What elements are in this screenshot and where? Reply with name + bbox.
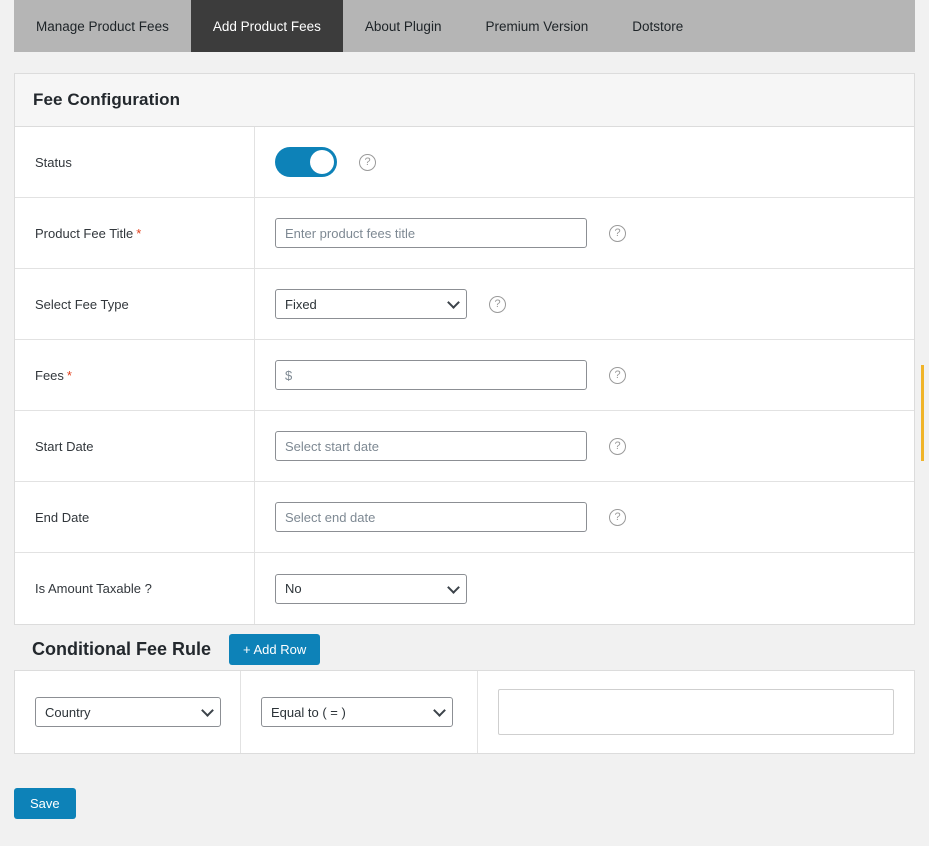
question-mark-circle-icon[interactable]: ? xyxy=(489,295,506,313)
rule-operator-cell: Equal to ( = ) xyxy=(241,671,478,753)
product-fee-title-input[interactable] xyxy=(275,218,587,248)
form-row-is-amount-taxable: Is Amount Taxable ? No xyxy=(15,553,914,624)
rule-values-cell xyxy=(478,671,914,753)
tab-label: Add Product Fees xyxy=(212,18,321,34)
fee-type-select-wrapper: Fixed xyxy=(275,289,467,319)
tab-label: Manage Product Fees xyxy=(36,18,169,34)
status-toggle[interactable] xyxy=(275,147,337,177)
conditional-rule-table: Country Equal to ( = ) xyxy=(14,670,915,754)
question-mark-circle-icon[interactable]: ? xyxy=(359,153,376,171)
field-label: Product Fee Title xyxy=(35,225,134,241)
row-field-cell: Fixed ? xyxy=(255,269,914,339)
rule-attribute-cell: Country xyxy=(15,671,241,753)
row-field-cell: ? xyxy=(255,482,914,552)
form-row-select-fee-type: Select Fee Type Fixed ? xyxy=(15,269,914,340)
tab-add-product-fees[interactable]: Add Product Fees xyxy=(190,0,343,52)
scrollbar-indicator[interactable] xyxy=(921,365,924,461)
is-amount-taxable-select-wrapper: No xyxy=(275,573,467,604)
toggle-knob xyxy=(310,150,334,174)
form-row-end-date: End Date ? xyxy=(15,482,914,553)
save-button[interactable]: Save xyxy=(14,788,76,819)
form-row-fees: Fees * ? xyxy=(15,340,914,411)
required-asterisk: * xyxy=(66,367,72,383)
row-field-cell: ? xyxy=(255,411,914,481)
tab-bar: Manage Product Fees Add Product Fees Abo… xyxy=(0,0,929,52)
row-field-cell: No xyxy=(255,553,914,624)
tab-about-plugin[interactable]: About Plugin xyxy=(343,0,464,52)
start-date-input[interactable] xyxy=(275,431,587,461)
row-field-cell: ? xyxy=(255,127,914,197)
form-row-status: Status ? xyxy=(15,127,914,198)
field-label: Fees xyxy=(35,367,64,383)
rule-operator-select-wrapper: Equal to ( = ) xyxy=(261,697,453,727)
tab-premium-version[interactable]: Premium Version xyxy=(463,0,610,52)
end-date-input[interactable] xyxy=(275,502,587,532)
field-label: Is Amount Taxable ? xyxy=(35,581,152,596)
row-label-cell: Select Fee Type xyxy=(15,269,255,339)
form-row-product-fee-title: Product Fee Title * ? xyxy=(15,198,914,269)
rule-attribute-select-wrapper: Country xyxy=(35,697,221,727)
conditional-fee-rule-title: Conditional Fee Rule xyxy=(32,638,212,659)
row-label-cell: End Date xyxy=(15,482,255,552)
field-label: Status xyxy=(35,154,72,170)
question-mark-circle-icon[interactable]: ? xyxy=(609,437,626,455)
row-field-cell: ? xyxy=(255,340,914,410)
required-asterisk: * xyxy=(136,225,142,241)
add-row-button[interactable]: + Add Row xyxy=(229,633,321,665)
tab-label: About Plugin xyxy=(364,18,442,34)
tab-bar-inner: Manage Product Fees Add Product Fees Abo… xyxy=(14,0,915,52)
question-mark-circle-icon[interactable]: ? xyxy=(609,366,626,384)
tab-dotstore[interactable]: Dotstore xyxy=(610,0,705,52)
row-label-cell: Start Date xyxy=(15,411,255,481)
row-label-cell: Product Fee Title * xyxy=(15,198,255,268)
row-label-cell: Fees * xyxy=(15,340,255,410)
fee-type-select[interactable]: Fixed xyxy=(275,289,467,319)
question-mark-circle-icon[interactable]: ? xyxy=(609,508,626,526)
form-row-start-date: Start Date ? xyxy=(15,411,914,482)
field-label: End Date xyxy=(35,509,90,525)
field-label: Start Date xyxy=(35,438,94,454)
rule-attribute-select[interactable]: Country xyxy=(35,697,221,727)
page-title: Fee Configuration xyxy=(33,90,181,109)
tab-label: Premium Version xyxy=(485,18,589,34)
question-mark-circle-icon[interactable]: ? xyxy=(609,224,626,242)
fee-configuration-card: Fee Configuration Status ? Product Fee T… xyxy=(14,73,915,625)
tab-label: Dotstore xyxy=(632,18,684,34)
row-label-cell: Is Amount Taxable ? xyxy=(15,553,255,624)
row-field-cell: ? xyxy=(255,198,914,268)
conditional-fee-rule-header: Conditional Fee Rule + Add Row xyxy=(14,628,915,670)
rule-values-multiselect[interactable] xyxy=(498,689,894,735)
fees-input[interactable] xyxy=(275,360,587,390)
card-header: Fee Configuration xyxy=(15,74,914,127)
field-label: Select Fee Type xyxy=(35,296,129,312)
rule-operator-select[interactable]: Equal to ( = ) xyxy=(261,697,453,727)
tab-manage-product-fees[interactable]: Manage Product Fees xyxy=(14,0,191,52)
row-label-cell: Status xyxy=(15,127,255,197)
is-amount-taxable-select[interactable]: No xyxy=(275,573,467,604)
